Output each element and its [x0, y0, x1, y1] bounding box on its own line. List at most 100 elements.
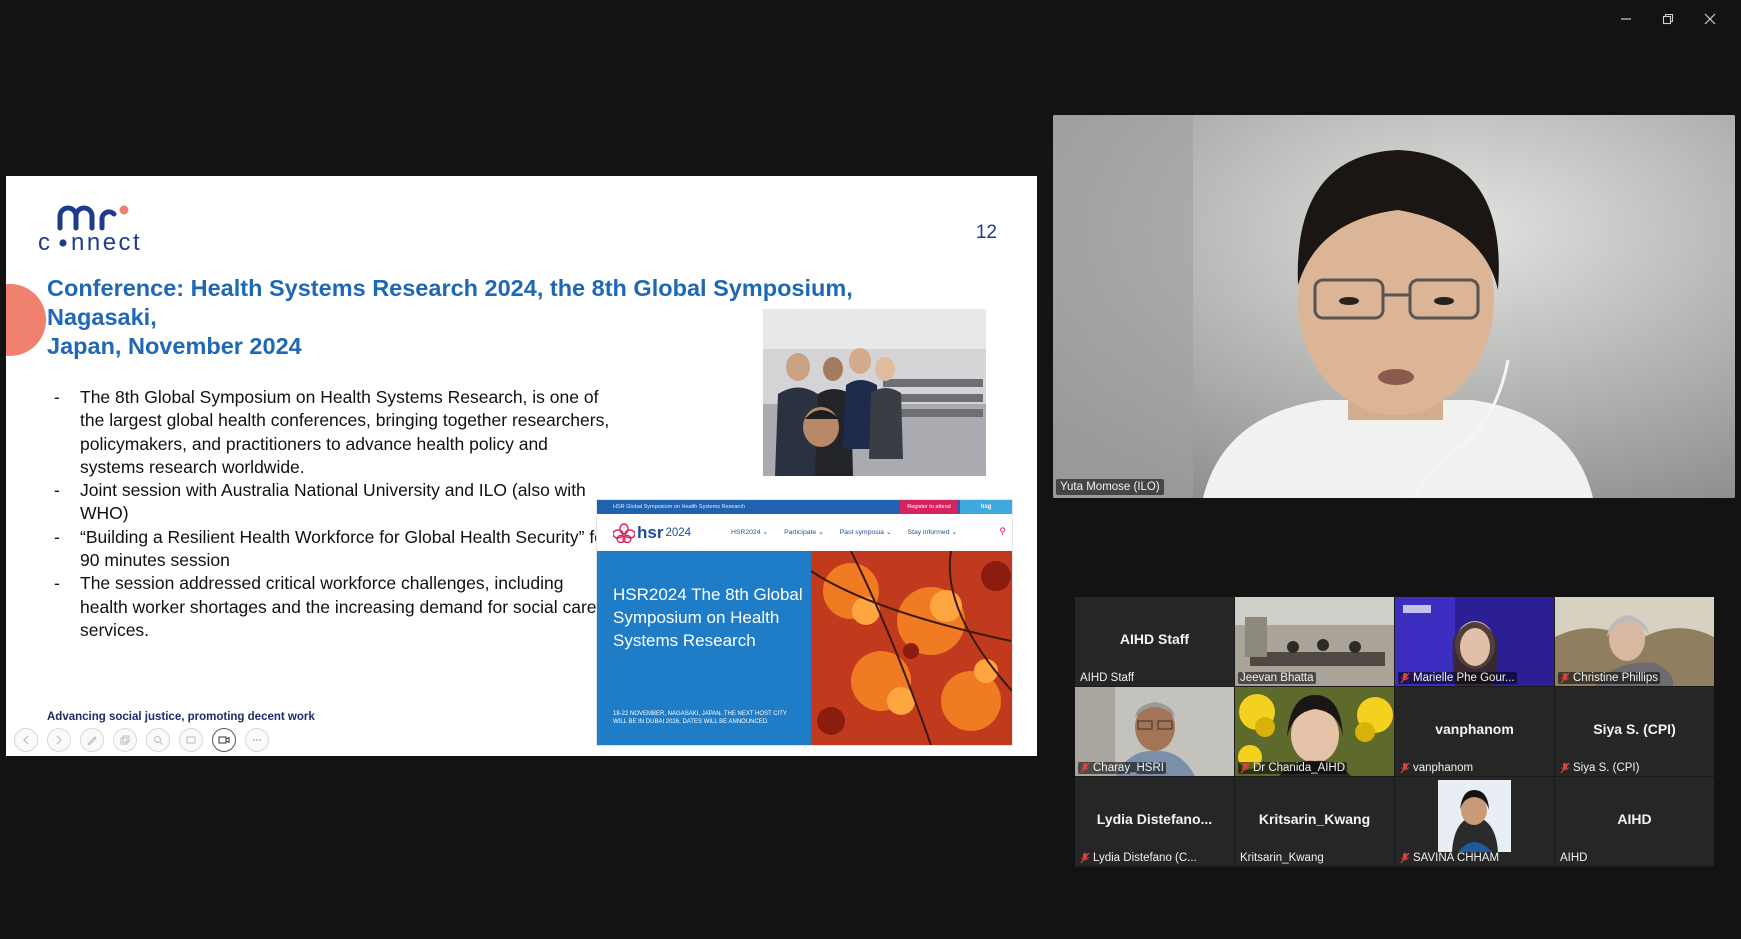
zoom-icon[interactable] — [146, 728, 170, 752]
participant-name-tag: SAVINA CHHAM — [1398, 852, 1501, 864]
bullet-item: - The session addressed critical workforc… — [54, 573, 597, 640]
participant-tile[interactable]: Charay_HSRI — [1075, 687, 1234, 776]
participant-tile[interactable]: Kritsarin_Kwang Kritsarin_Kwang — [1235, 777, 1394, 866]
participant-display-name: Kritsarin_Kwang — [1258, 811, 1371, 827]
muted-mic-icon — [1560, 672, 1570, 684]
hsr-brand: hsr 2024 — [613, 523, 691, 543]
website-menu-item: Participate ⌄ — [784, 529, 824, 536]
participant-tile[interactable]: vanphanom vanphanom — [1395, 687, 1554, 776]
participant-tile[interactable]: Lydia Distefano... Lydia Distefano (C... — [1075, 777, 1234, 866]
active-speaker-video[interactable]: Yuta Momose (ILO) — [1053, 115, 1735, 498]
participant-tile[interactable]: Siya S. (CPI) Siya S. (CPI) — [1555, 687, 1714, 776]
muted-mic-icon — [1080, 852, 1090, 864]
conference-group-photo — [763, 309, 986, 476]
participant-label: Charay_HSRI — [1093, 762, 1164, 774]
bullet-list: - The 8th Global Symposium on Health Syst… — [54, 386, 614, 642]
participant-tile[interactable]: Dr Chanida_AIHD — [1235, 687, 1394, 776]
bullet-text: “Building a Resilient Health Workforce f… — [80, 526, 610, 571]
shared-screen-slide: c nnect 12 Conference: Health Systems Re… — [6, 176, 1037, 756]
participant-gallery: AIHD Staff AIHD Staff Jeevan Bhatta Mari… — [1075, 597, 1714, 867]
participant-tile[interactable]: AIHD Staff AIHD Staff — [1075, 597, 1234, 686]
bullet-text: The 8th Global Symposium on Health Syste… — [80, 387, 610, 477]
muted-mic-icon — [1400, 852, 1410, 864]
participant-tile[interactable]: AIHD AIHD — [1555, 777, 1714, 866]
copy-icon[interactable] — [113, 728, 137, 752]
website-register-button: Register to attend — [900, 500, 958, 514]
bullet-item: - The 8th Global Symposium on Health Syst… — [54, 387, 610, 477]
speaker-name: Yuta Momose (ILO) — [1060, 481, 1160, 493]
participant-display-name: Lydia Distefano... — [1096, 811, 1213, 827]
prev-icon[interactable] — [14, 728, 38, 752]
participant-label: AIHD — [1560, 852, 1588, 864]
speaker-video-frame — [1053, 115, 1735, 498]
svg-text:nnect: nnect — [71, 229, 142, 254]
flower-icon — [613, 523, 635, 543]
participant-name-tag: AIHD — [1558, 852, 1589, 864]
website-menu-item: HSR2024 ⌄ — [731, 529, 769, 536]
pen-icon[interactable] — [80, 728, 104, 752]
muted-mic-icon — [1560, 762, 1570, 774]
participant-name-tag: Charay_HSRI — [1078, 762, 1166, 774]
participant-name-tag: AIHD Staff — [1078, 672, 1136, 684]
participant-tile[interactable]: SAVINA CHHAM — [1395, 777, 1554, 866]
participant-label: Christine Phillips — [1573, 672, 1659, 684]
participant-display-name: vanphanom — [1435, 721, 1514, 737]
participant-name-tag: Marielle Phe Gour... — [1398, 672, 1517, 684]
participant-tile[interactable]: Marielle Phe Gour... — [1395, 597, 1554, 686]
muted-mic-icon — [1080, 762, 1090, 774]
hero-text-panel: HSR2024 The 8th Global Symposium on Heal… — [597, 551, 811, 745]
slides-icon[interactable] — [179, 728, 203, 752]
participant-label: Lydia Distefano (C... — [1093, 852, 1197, 864]
slide-page-number: 12 — [975, 222, 997, 243]
participant-label: Marielle Phe Gour... — [1413, 672, 1515, 684]
speaker-name-tag: Yuta Momose (ILO) — [1056, 479, 1164, 495]
website-hsg-label: hsg — [960, 500, 1012, 514]
participant-display-name: Siya S. (CPI) — [1593, 721, 1676, 737]
participant-name-tag: Jeevan Bhatta — [1238, 672, 1316, 684]
search-icon: ⚲ — [999, 526, 1006, 536]
window-controls — [1605, 6, 1731, 32]
accent-circle — [6, 284, 46, 356]
next-icon[interactable] — [47, 728, 71, 752]
participant-name-tag: Lydia Distefano (C... — [1078, 852, 1199, 864]
participant-label: SAVINA CHHAM — [1413, 852, 1500, 864]
participant-label: Dr Chanida_AIHD — [1253, 762, 1346, 774]
hero-title: HSR2024 The 8th Global Symposium on Heal… — [613, 585, 803, 650]
muted-mic-icon — [1400, 762, 1410, 774]
hsr2024-website-screenshot: HSR Global Symposium on Health Systems R… — [596, 499, 1013, 746]
restore-icon[interactable] — [1647, 6, 1689, 32]
bullet-item: - “Building a Resilient Health Workforce … — [54, 526, 610, 571]
participant-label: vanphanom — [1413, 762, 1474, 774]
participant-tile[interactable]: Jeevan Bhatta — [1235, 597, 1394, 686]
participant-name-tag: Kritsarin_Kwang — [1238, 852, 1326, 864]
minimize-icon[interactable] — [1605, 6, 1647, 32]
slide-footer: Advancing social justice, promoting dece… — [47, 711, 315, 723]
website-nav: hsr 2024 HSR2024 ⌄ Participate ⌄ Past sy… — [597, 514, 1012, 550]
participant-label: Kritsarin_Kwang — [1240, 852, 1324, 864]
bullet-text: The session addressed critical workforce… — [80, 573, 597, 640]
participant-label: Siya S. (CPI) — [1573, 762, 1640, 774]
hero-dates: 18-22 NOVEMBER, NAGASAKI, JAPAN. THE NEX… — [613, 711, 787, 725]
camera-icon[interactable] — [212, 728, 236, 752]
more-icon[interactable] — [245, 728, 269, 752]
close-icon[interactable] — [1689, 6, 1731, 32]
bullet-text: Joint session with Australia National Un… — [80, 480, 586, 524]
participant-name-tag: Christine Phillips — [1558, 672, 1661, 684]
website-menu: HSR2024 ⌄ Participate ⌄ Past symposia ⌄ … — [731, 528, 957, 536]
participant-name-tag: Dr Chanida_AIHD — [1238, 762, 1348, 774]
participant-label: Jeevan Bhatta — [1240, 672, 1314, 684]
website-menu-item: Past symposia ⌄ — [839, 529, 892, 536]
website-topbar: HSR Global Symposium on Health Systems R… — [597, 500, 1012, 514]
participant-avatar — [1438, 780, 1511, 852]
participant-display-name: AIHD — [1617, 811, 1652, 827]
brand-hsr: hsr — [637, 523, 664, 542]
bullet-item: - Joint session with Australia National U… — [54, 480, 586, 524]
participant-tile[interactable]: Christine Phillips — [1555, 597, 1714, 686]
muted-mic-icon — [1240, 762, 1250, 774]
participant-display-name: AIHD Staff — [1119, 631, 1190, 647]
participant-name-tag: Siya S. (CPI) — [1558, 762, 1641, 774]
participant-name-tag: vanphanom — [1398, 762, 1475, 774]
participant-label: AIHD Staff — [1080, 672, 1135, 684]
website-hero: HSR2024 The 8th Global Symposium on Heal… — [597, 551, 1012, 745]
connect-logo: c nnect — [38, 198, 164, 259]
